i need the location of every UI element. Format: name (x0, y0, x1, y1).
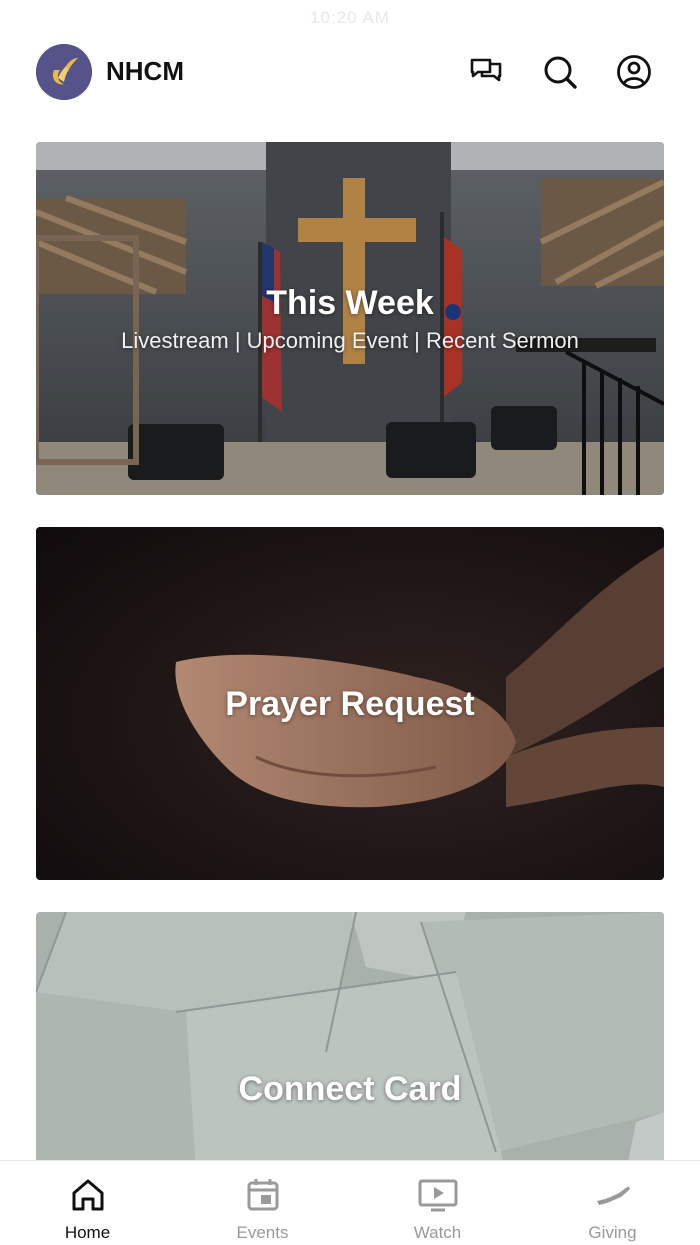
status-time: 10:20 AM (310, 8, 390, 27)
calendar-icon (247, 1179, 278, 1211)
bottom-tab-bar: Home Events Watch Giving (0, 1160, 700, 1245)
this-week-subtitle: Livestream | Upcoming Event | Recent Ser… (121, 328, 579, 353)
tab-watch[interactable]: Watch (350, 1161, 525, 1245)
prayer-request-card[interactable]: Prayer Request (36, 527, 664, 880)
tab-home[interactable]: Home (0, 1161, 175, 1245)
tab-events-label: Events (236, 1223, 289, 1242)
tab-watch-label: Watch (413, 1223, 462, 1242)
prayer-request-title: Prayer Request (225, 685, 475, 723)
tab-events[interactable]: Events (175, 1161, 350, 1245)
connect-card-title: Connect Card (238, 1070, 462, 1108)
this-week-title: This Week (266, 284, 434, 322)
profile-icon[interactable] (614, 52, 654, 92)
tab-giving[interactable]: Giving (525, 1161, 700, 1245)
tab-home-label: Home (64, 1223, 111, 1242)
search-icon[interactable] (540, 52, 580, 92)
giving-hand-icon (596, 1186, 630, 1205)
connect-card[interactable]: Connect Card (36, 912, 664, 1172)
app-header: NHCM (36, 44, 664, 100)
chat-icon[interactable] (466, 52, 506, 92)
home-icon (72, 1179, 103, 1211)
logo-icon[interactable] (36, 44, 92, 100)
this-week-card[interactable]: This Week Livestream | Upcoming Event | … (36, 142, 664, 495)
paper-cards-image (36, 912, 664, 1172)
tab-giving-label: Giving (588, 1223, 637, 1242)
play-screen-icon (418, 1179, 457, 1212)
app-brand-name: NHCM (106, 56, 184, 86)
